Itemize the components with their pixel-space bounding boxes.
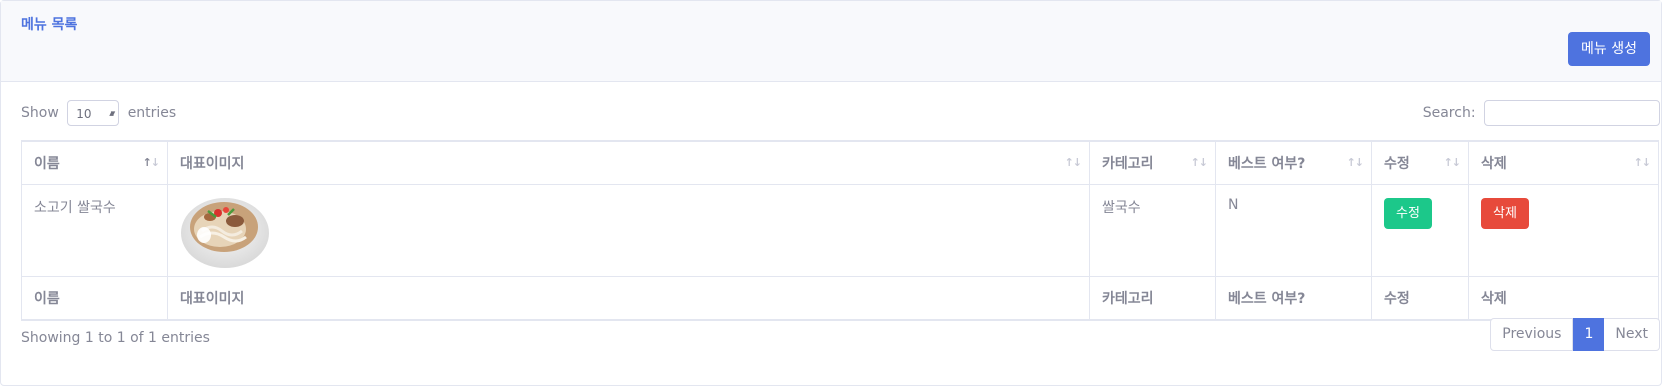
- footer-category: 카테고리: [1089, 276, 1216, 321]
- column-header-best[interactable]: 베스트 여부? ↑↓: [1215, 140, 1372, 185]
- create-menu-button[interactable]: 메뉴 생성: [1568, 32, 1650, 66]
- pagination-page-1[interactable]: 1: [1573, 318, 1605, 351]
- sort-icon: ↑↓: [1190, 156, 1208, 169]
- menu-list-card: 메뉴 목록 메뉴 생성 Show 10 ▴▾ entries Search: 이…: [0, 0, 1662, 386]
- footer-name: 이름: [21, 276, 168, 321]
- sort-caret-icon: ▴▾: [109, 109, 115, 119]
- cell-delete: 삭제: [1468, 184, 1659, 277]
- menu-table: 이름 ↑↓ 대표이미지 ↑↓ 카테고리 ↑↓ 베스트 여부? ↑↓ 수정 ↑↓ 삭제 ↑↓ …: [21, 140, 1659, 321]
- search-input[interactable]: [1484, 100, 1660, 126]
- page-length-value: 10: [76, 107, 92, 121]
- footer-delete: 삭제: [1468, 276, 1659, 321]
- footer-best: 베스트 여부?: [1215, 276, 1372, 321]
- search-label: Search:: [1422, 105, 1476, 121]
- sort-icon: ↑↓: [1443, 156, 1461, 169]
- search-control: Search:: [1423, 99, 1660, 127]
- footer-image: 대표이미지: [167, 276, 1090, 321]
- column-header-image[interactable]: 대표이미지 ↑↓: [167, 140, 1090, 185]
- card-header: 메뉴 목록 메뉴 생성: [1, 1, 1661, 82]
- edit-button[interactable]: 수정: [1384, 198, 1432, 229]
- sort-icon: ↑↓: [1064, 156, 1082, 169]
- page-title: 메뉴 목록: [21, 17, 78, 33]
- cell-best: N: [1215, 184, 1372, 277]
- table-footer-row: 이름 대표이미지 카테고리 베스트 여부? 수정 삭제: [21, 276, 1659, 321]
- cell-name: 소고기 쌀국수: [21, 184, 168, 277]
- table-info: Showing 1 to 1 of 1 entries: [21, 330, 210, 346]
- table-row: 소고기 쌀국수 쌀국수 N 수정 삭제: [21, 184, 1659, 277]
- table-controls: Show 10 ▴▾ entries Search:: [21, 99, 1660, 129]
- sort-icon: ↑↓: [1633, 156, 1651, 169]
- sort-asc-icon: ↑↓: [142, 156, 160, 169]
- column-header-name[interactable]: 이름 ↑↓: [21, 140, 168, 185]
- column-header-delete[interactable]: 삭제 ↑↓: [1468, 140, 1659, 185]
- cell-edit: 수정: [1371, 184, 1469, 277]
- cell-category: 쌀국수: [1089, 184, 1216, 277]
- cell-image: [167, 184, 1090, 277]
- column-header-edit[interactable]: 수정 ↑↓: [1371, 140, 1469, 185]
- column-header-category[interactable]: 카테고리 ↑↓: [1089, 140, 1216, 185]
- page-length-select[interactable]: 10 ▴▾: [67, 100, 120, 126]
- pagination-previous[interactable]: Previous: [1490, 318, 1574, 351]
- page-length-control: Show 10 ▴▾ entries: [21, 99, 176, 127]
- delete-button[interactable]: 삭제: [1481, 198, 1529, 229]
- show-label: Show: [21, 105, 59, 121]
- menu-thumbnail-image: [181, 198, 269, 268]
- footer-edit: 수정: [1371, 276, 1469, 321]
- pagination: Previous 1 Next: [1490, 318, 1660, 351]
- pagination-next[interactable]: Next: [1604, 318, 1660, 351]
- entries-label: entries: [127, 105, 177, 121]
- table-header-row: 이름 ↑↓ 대표이미지 ↑↓ 카테고리 ↑↓ 베스트 여부? ↑↓ 수정 ↑↓ 삭제 ↑↓: [21, 140, 1659, 185]
- sort-icon: ↑↓: [1346, 156, 1364, 169]
